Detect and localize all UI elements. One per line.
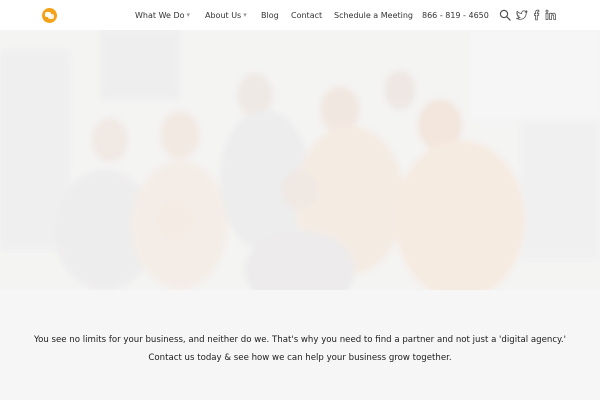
chevron-down-icon: ▾: [186, 11, 191, 19]
linkedin-icon[interactable]: [545, 9, 557, 21]
nav-item-what-we-do[interactable]: What We Do ▾: [135, 0, 190, 30]
nav-item-contact[interactable]: Contact: [291, 0, 322, 30]
nav-item-label: Contact: [291, 10, 323, 20]
twitter-icon[interactable]: [516, 9, 528, 21]
nav-item-schedule-meeting[interactable]: Schedule a Meeting: [334, 0, 413, 30]
intro-text-line: You see no limits for your business, and…: [33, 335, 566, 345]
top-navigation: What We Do ▾ About Us ▾ Blog Contact Sch…: [0, 0, 600, 30]
nav-item-blog[interactable]: Blog: [261, 0, 279, 30]
nav-item-label: About Us: [205, 10, 242, 20]
team-photo-image: [0, 30, 600, 290]
nav-item-label: Blog: [261, 10, 279, 20]
logo-icon[interactable]: [42, 8, 57, 23]
phone-number: 866 - 819 - 4650: [422, 10, 489, 20]
search-icon[interactable]: [499, 9, 511, 21]
nav-item-label: What We Do: [135, 10, 185, 20]
intro-section: You see no limits for your business, and…: [0, 290, 600, 400]
chevron-down-icon: ▾: [243, 11, 247, 19]
nav-item-about-us[interactable]: About Us ▾: [205, 0, 247, 30]
hero-team-photo: [0, 30, 600, 290]
contact-cta-text: Contact us today & see how we can help y…: [148, 353, 452, 363]
phone-link[interactable]: 866 - 819 - 4650: [422, 0, 489, 30]
facebook-icon[interactable]: [531, 9, 543, 21]
nav-item-label: Schedule a Meeting: [334, 10, 414, 20]
